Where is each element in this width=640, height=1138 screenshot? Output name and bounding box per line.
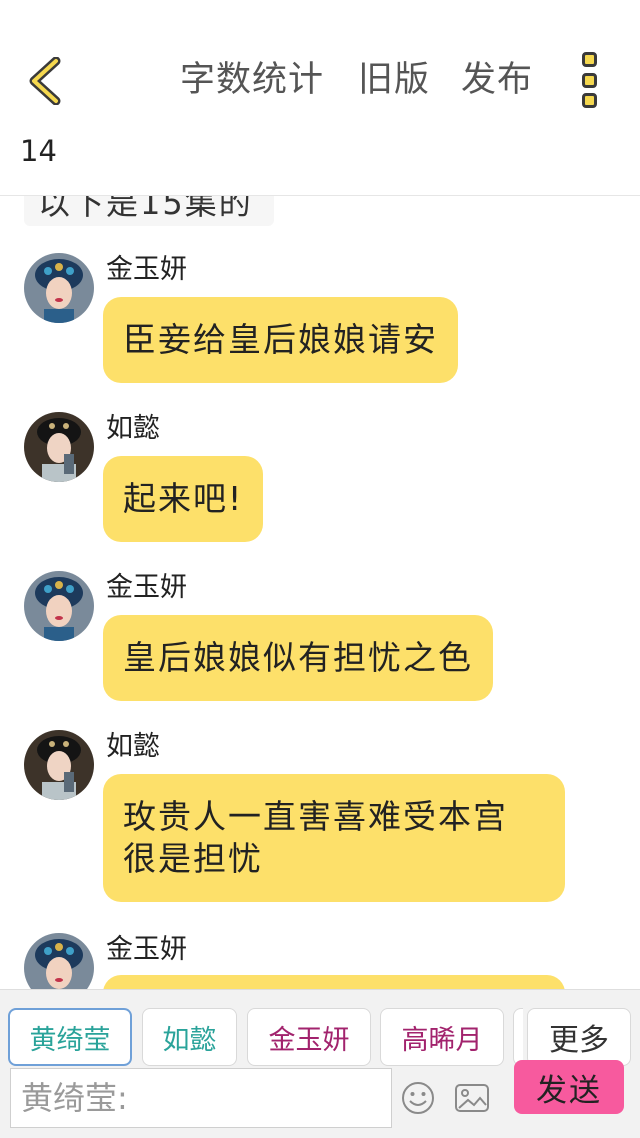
more-roles-button[interactable]: 更多: [527, 1008, 631, 1066]
avatar[interactable]: [24, 253, 94, 323]
portrait-jin-yuyan-avatar: [24, 253, 94, 323]
avatar[interactable]: [24, 730, 94, 800]
message-bubble[interactable]: 玫贵人一直害喜难受本宫 很是担忧: [103, 774, 565, 902]
portrait-jin-yuyan-avatar: [24, 571, 94, 641]
message-line: 很是担忧: [123, 839, 263, 878]
image-icon[interactable]: [454, 1082, 490, 1114]
message-bubble[interactable]: 皇后娘娘似有担忧之色: [103, 615, 493, 701]
smiley-icon[interactable]: [400, 1080, 436, 1116]
portrait-ruyi-avatar: [24, 730, 94, 800]
sender-name: 如懿: [106, 731, 160, 762]
message-input[interactable]: 黄绮莹:: [10, 1068, 392, 1128]
publish-button[interactable]: 发布: [461, 58, 533, 102]
portrait-jin-yuyan-avatar: [24, 933, 94, 989]
sender-name: 如懿: [106, 413, 160, 444]
menu-dot: [581, 93, 597, 108]
episode-count: 14: [20, 134, 57, 168]
partial-message-text: 以下是15集的: [38, 196, 253, 222]
avatar[interactable]: [24, 571, 94, 641]
role-button-jin-yuyan[interactable]: 金玉妍: [247, 1008, 371, 1066]
app-header: 字数统计 旧版 发布 14: [0, 0, 640, 196]
message-bubble[interactable]: [103, 975, 565, 989]
avatar[interactable]: [24, 933, 94, 989]
more-vertical-icon[interactable]: [574, 52, 604, 108]
sender-name: 金玉妍: [106, 254, 187, 285]
menu-dot: [581, 52, 597, 67]
role-button-gao-xiyue[interactable]: 高晞月: [380, 1008, 504, 1066]
portrait-ruyi-avatar: [24, 412, 94, 482]
avatar[interactable]: [24, 412, 94, 482]
message-line: 玫贵人一直害喜难受本宫: [123, 797, 508, 836]
chat-message-list[interactable]: 以下是15集的 金玉妍 臣妾给皇后娘娘请安 如懿 起来吧! 金玉妍 皇后娘娘似有…: [0, 196, 640, 989]
message-bubble[interactable]: 臣妾给皇后娘娘请安: [103, 297, 458, 383]
word-count-button[interactable]: 字数统计: [180, 58, 324, 102]
sender-name: 金玉妍: [106, 934, 187, 965]
message-bubble[interactable]: 起来吧!: [103, 456, 264, 542]
send-button[interactable]: 发送: [514, 1060, 624, 1114]
chevron-left-icon: [29, 57, 61, 105]
back-button[interactable]: [22, 56, 66, 106]
role-button-huang-qiying[interactable]: 黄绮莹: [8, 1008, 132, 1066]
role-button-ruyi[interactable]: 如懿: [142, 1008, 237, 1066]
menu-dot: [581, 72, 597, 88]
partial-message[interactable]: 以下是15集的: [24, 196, 274, 226]
old-version-button[interactable]: 旧版: [358, 58, 430, 102]
role-button-partial[interactable]: [513, 1008, 523, 1066]
composer-panel: 黄绮莹 如懿 金玉妍 高晞月 更多 黄绮莹: 发送: [0, 989, 640, 1138]
sender-name: 金玉妍: [106, 572, 187, 603]
